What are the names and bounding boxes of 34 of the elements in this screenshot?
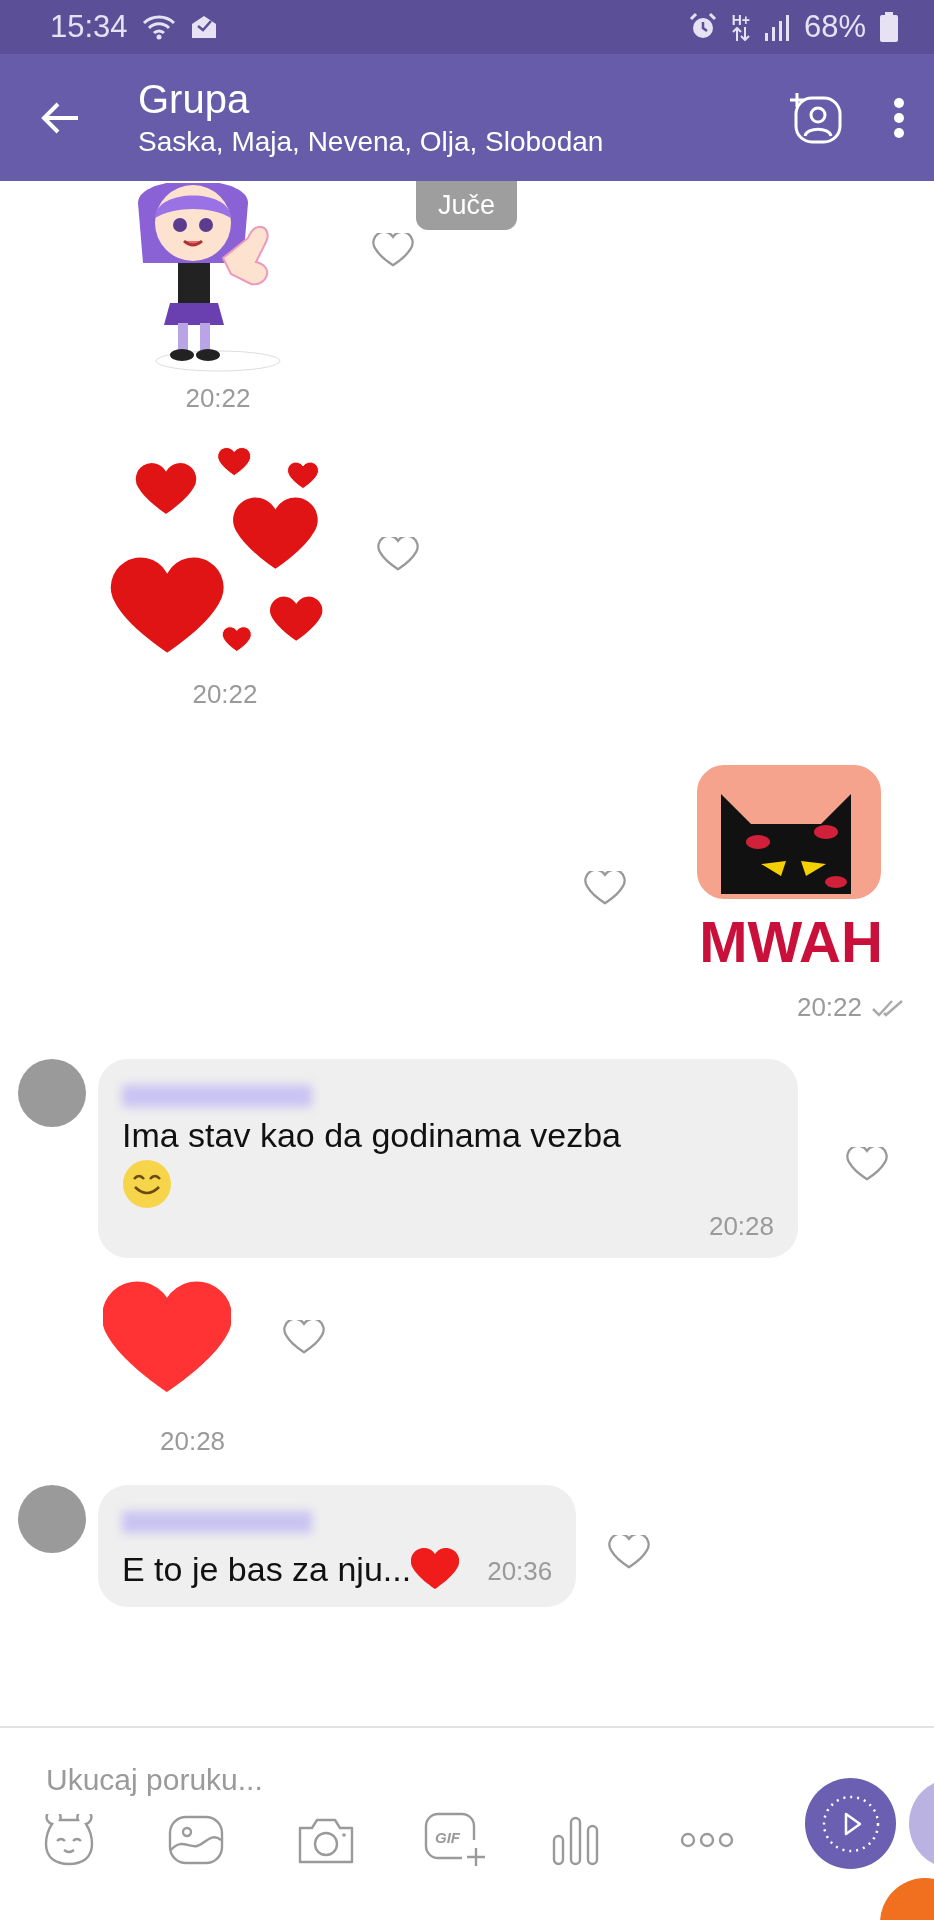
message-time: 20:36 [487,1556,553,1588]
like-button[interactable] [584,870,626,907]
message-input[interactable]: Ukucaj poruku... [44,1762,748,1798]
clock: 15:34 [50,9,128,45]
message-time: 20:22 [185,383,251,414]
chat-title: Grupa [138,77,251,122]
battery-percent: 68% [803,9,866,45]
more-options-button[interactable] [892,97,906,138]
like-button[interactable] [846,1147,888,1183]
more-vertical-icon [892,97,906,138]
wifi-icon [141,14,176,40]
message-time: 20:22 [192,679,258,710]
message-time: 20:28 [708,1211,774,1243]
more-icon [680,1831,734,1849]
message-text: Ima stav kao da godinama vezba [122,1115,622,1156]
network-type: H+ [731,13,750,27]
like-button[interactable] [377,537,419,573]
smiling-emoji [122,1159,172,1210]
back-button[interactable] [40,100,80,135]
participant-list: Saska, Maja, Nevena, Olja, Slobodan [138,126,788,158]
date-label: Juče [416,181,517,230]
battery-icon [880,12,898,42]
message-time: 20:28 [160,1426,226,1458]
bars-icon [552,1814,600,1866]
signal-icon [763,13,790,41]
message-text: E to je bas za nju... [122,1549,412,1591]
data-arrows-icon [731,27,750,41]
back-arrow-icon [40,100,80,135]
like-button[interactable] [372,233,414,269]
heart-emoji [411,1548,460,1591]
gif-button[interactable]: GIF [424,1812,552,1868]
image-icon [168,1815,224,1865]
mail-icon [189,14,218,40]
message-time: 20:22 [796,992,862,1023]
